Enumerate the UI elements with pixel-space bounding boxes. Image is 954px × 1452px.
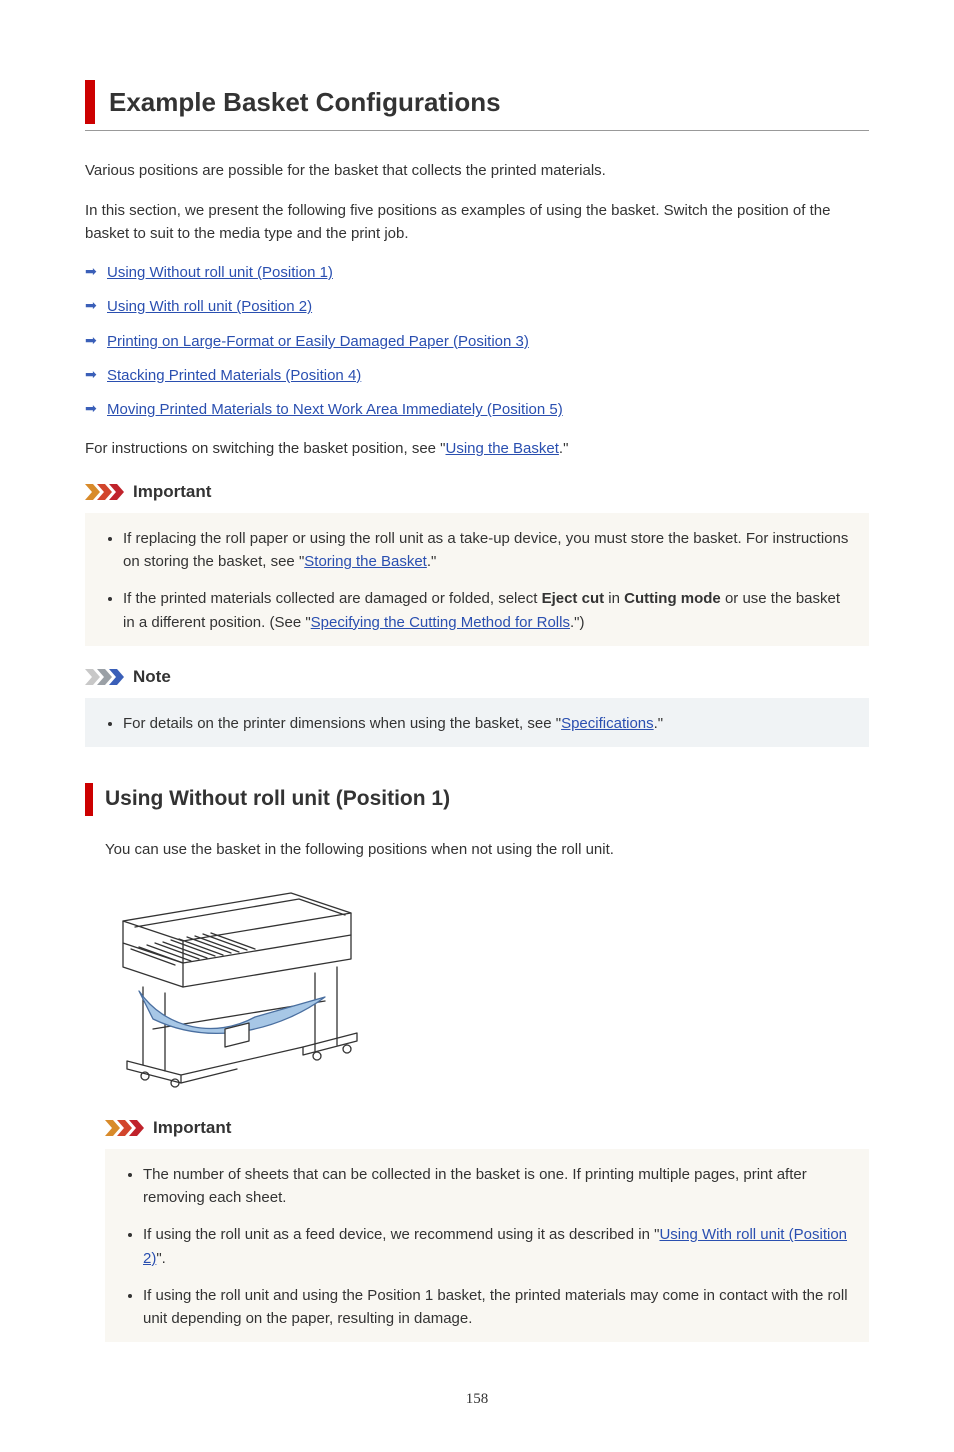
printer-illustration [105, 879, 869, 1096]
section-accent [85, 783, 93, 816]
text: .") [570, 614, 585, 631]
note-label: Note [133, 664, 171, 690]
text: in [604, 590, 624, 607]
intro-para-2: In this section, we present the followin… [85, 199, 869, 246]
text: For details on the printer dimensions wh… [123, 715, 561, 732]
bold-cutting-mode: Cutting mode [624, 590, 721, 607]
note-box: For details on the printer dimensions wh… [85, 698, 869, 747]
list-item: Using With roll unit (Position 2) [107, 295, 869, 318]
note-icon [85, 669, 125, 685]
text: If replacing the roll paper or using the… [123, 530, 848, 570]
page-number: 158 [85, 1388, 869, 1411]
list-item: Stacking Printed Materials (Position 4) [107, 364, 869, 387]
position-link-list: Using Without roll unit (Position 1) Usi… [85, 261, 869, 421]
important-header: Important [85, 479, 869, 505]
important-item: If replacing the roll paper or using the… [123, 527, 853, 574]
important-icon [85, 484, 125, 500]
list-item: Moving Printed Materials to Next Work Ar… [107, 398, 869, 421]
link-position-1[interactable]: Using Without roll unit (Position 1) [107, 264, 333, 281]
important-box-1: If replacing the roll paper or using the… [85, 513, 869, 646]
list-item: Printing on Large-Format or Easily Damag… [107, 330, 869, 353]
page-title-wrap: Example Basket Configurations [85, 80, 869, 131]
important-label: Important [153, 1115, 231, 1141]
link-position-5[interactable]: Moving Printed Materials to Next Work Ar… [107, 401, 563, 418]
section-title-wrap: Using Without roll unit (Position 1) [85, 783, 869, 816]
text: If using the roll unit as a feed device,… [143, 1226, 659, 1243]
note-item: For details on the printer dimensions wh… [123, 712, 853, 735]
page-title: Example Basket Configurations [109, 80, 501, 124]
important-icon [105, 1120, 145, 1136]
important-item: The number of sheets that can be collect… [143, 1163, 853, 1210]
text-post: ." [559, 440, 569, 457]
link-position-4[interactable]: Stacking Printed Materials (Position 4) [107, 367, 361, 384]
important-header-2: Important [105, 1115, 869, 1141]
intro-para-1: Various positions are possible for the b… [85, 159, 869, 182]
link-using-basket[interactable]: Using the Basket [446, 440, 559, 457]
text-pre: For instructions on switching the basket… [85, 440, 446, 457]
link-storing-basket[interactable]: Storing the Basket [304, 553, 427, 570]
note-header: Note [85, 664, 869, 690]
text: ." [654, 715, 664, 732]
link-specifications[interactable]: Specifications [561, 715, 654, 732]
important-item: If using the roll unit as a feed device,… [143, 1223, 853, 1270]
link-position-2[interactable]: Using With roll unit (Position 2) [107, 298, 312, 315]
text: ." [427, 553, 437, 570]
text: ". [156, 1250, 166, 1267]
link-position-3[interactable]: Printing on Large-Format or Easily Damag… [107, 333, 529, 350]
bold-eject-cut: Eject cut [542, 590, 605, 607]
switch-instructions: For instructions on switching the basket… [85, 437, 869, 460]
important-label: Important [133, 479, 211, 505]
section-intro: You can use the basket in the following … [105, 838, 869, 861]
link-cutting-method[interactable]: Specifying the Cutting Method for Rolls [311, 614, 570, 631]
text: If the printed materials collected are d… [123, 590, 542, 607]
important-item: If using the roll unit and using the Pos… [143, 1284, 853, 1331]
list-item: Using Without roll unit (Position 1) [107, 261, 869, 284]
important-box-2: The number of sheets that can be collect… [105, 1149, 869, 1343]
important-item: If the printed materials collected are d… [123, 587, 853, 634]
section-title: Using Without roll unit (Position 1) [105, 783, 450, 816]
title-accent [85, 80, 95, 124]
